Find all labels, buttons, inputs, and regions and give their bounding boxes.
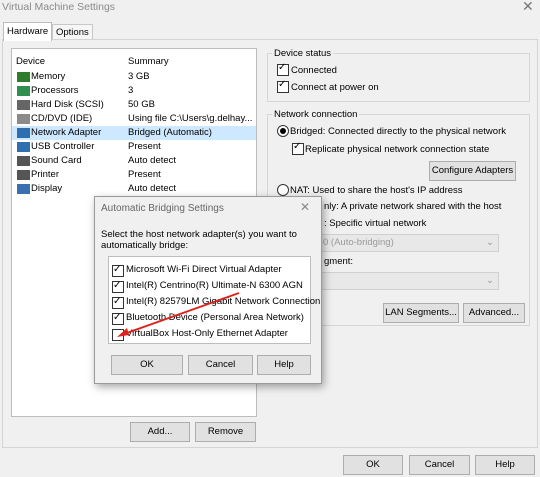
device-summary: Bridged (Automatic) xyxy=(128,127,212,138)
device-name: Hard Disk (SCSI) xyxy=(31,99,104,110)
nat-label: NAT: Used to share the host's IP address xyxy=(290,185,463,196)
device-summary: Present xyxy=(128,169,161,180)
cancel-button[interactable]: Cancel xyxy=(409,455,470,475)
device-row[interactable]: Sound Card Auto detect xyxy=(12,154,256,168)
remove-button[interactable]: Remove xyxy=(195,422,256,442)
close-icon[interactable]: ✕ xyxy=(522,0,534,15)
nat-radio[interactable] xyxy=(277,184,289,196)
add-button[interactable]: Add... xyxy=(130,422,190,442)
connect-at-power-on-label: Connect at power on xyxy=(291,82,379,93)
chevron-down-icon: ⌄ xyxy=(486,275,494,286)
vmnet-dropdown[interactable]: 0 (Auto-bridging) ⌄ xyxy=(318,234,499,252)
chevron-down-icon: ⌄ xyxy=(486,237,494,248)
connected-checkbox[interactable] xyxy=(277,62,289,76)
device-row[interactable]: Hard Disk (SCSI) 50 GB xyxy=(12,98,256,112)
device-row[interactable]: Memory 3 GB xyxy=(12,70,256,84)
connected-label: Connected xyxy=(291,65,337,76)
configure-adapters-button[interactable]: Configure Adapters xyxy=(429,161,516,181)
device-name: USB Controller xyxy=(31,141,95,152)
device-row[interactable]: Network Adapter Bridged (Automatic) xyxy=(12,126,256,140)
lan-segment-dropdown[interactable]: ⌄ xyxy=(318,272,499,290)
network-adapter-icon xyxy=(17,128,30,138)
lan-segment-label: gment: xyxy=(324,256,354,267)
lan-segments-button[interactable]: LAN Segments... xyxy=(383,303,459,323)
replicate-state-label: Replicate physical network connection st… xyxy=(305,144,490,155)
device-name: Network Adapter xyxy=(31,127,102,138)
host-only-label: nly: A private network shared with the h… xyxy=(324,201,502,212)
device-summary: Auto detect xyxy=(128,183,177,194)
hard-disk-icon xyxy=(17,100,30,110)
bridged-radio[interactable] xyxy=(277,125,289,137)
custom-label: : Specific virtual network xyxy=(324,218,427,229)
replicate-state-checkbox[interactable] xyxy=(292,141,304,155)
device-row[interactable]: Processors 3 xyxy=(12,84,256,98)
device-name: CD/DVD (IDE) xyxy=(31,113,93,124)
device-status-group xyxy=(267,53,530,102)
red-arrow-annotation xyxy=(117,292,240,337)
bridged-label: Bridged: Connected directly to the physi… xyxy=(290,126,506,137)
sound-card-icon xyxy=(17,156,30,166)
device-summary: Auto detect xyxy=(128,155,177,166)
device-name: Display xyxy=(31,183,63,194)
device-summary: 3 xyxy=(128,85,134,96)
tab-options[interactable]: Options xyxy=(52,24,93,40)
device-status-label: Device status xyxy=(272,48,334,59)
vmnet-dropdown-value: 0 (Auto-bridging) xyxy=(323,237,394,248)
device-summary: 50 GB xyxy=(128,99,155,110)
tab-hardware[interactable]: Hardware xyxy=(3,22,53,41)
connect-at-power-on-checkbox[interactable] xyxy=(277,79,289,93)
device-row[interactable]: Display Auto detect xyxy=(12,182,256,196)
cd-dvd-icon xyxy=(17,114,30,124)
ok-button[interactable]: OK xyxy=(343,455,403,475)
automatic-bridging-dialog: Automatic Bridging Settings ✕ Select the… xyxy=(94,196,322,384)
device-column-header: Device xyxy=(16,56,46,67)
device-name: Processors xyxy=(31,85,79,96)
usb-icon xyxy=(17,142,30,152)
device-row[interactable]: CD/DVD (IDE) Using file C:\Users\g.delhay… xyxy=(12,112,256,126)
device-name: Memory xyxy=(31,71,66,82)
window-title: Virtual Machine Settings xyxy=(2,1,116,13)
help-button[interactable]: Help xyxy=(475,455,535,475)
device-name: Printer xyxy=(31,169,59,180)
device-name: Sound Card xyxy=(31,155,82,166)
processor-icon xyxy=(17,86,30,96)
device-summary: Using file C:\Users\g.delhay... xyxy=(128,113,253,124)
summary-column-header: Summary xyxy=(128,56,169,67)
device-summary: 3 GB xyxy=(128,71,150,82)
device-row[interactable]: Printer Present xyxy=(12,168,256,182)
network-connection-label: Network connection xyxy=(272,109,360,120)
advanced-button[interactable]: Advanced... xyxy=(463,303,525,323)
device-row[interactable]: USB Controller Present xyxy=(12,140,256,154)
memory-icon xyxy=(17,72,30,82)
display-icon xyxy=(17,184,30,194)
device-summary: Present xyxy=(128,141,161,152)
printer-icon xyxy=(17,170,30,180)
